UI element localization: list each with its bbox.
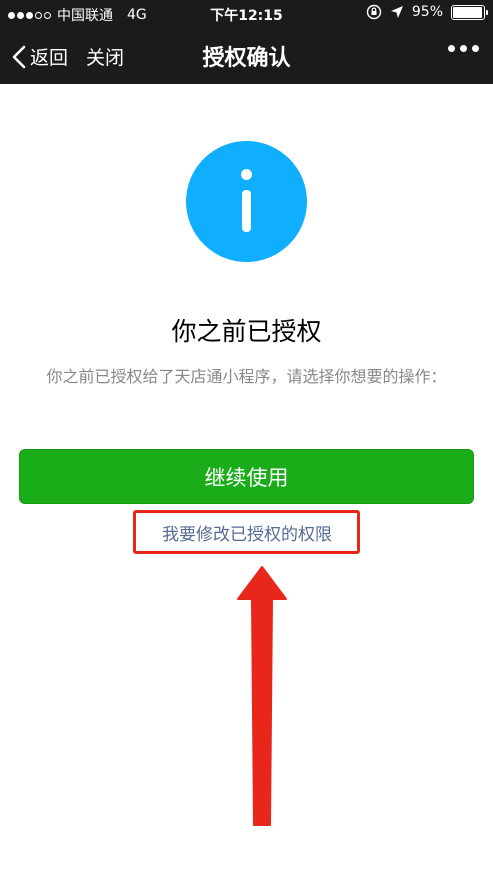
continue-button[interactable]: 继续使用 (19, 449, 474, 504)
back-label: 返回 (30, 47, 69, 69)
back-button[interactable]: 返回 (12, 43, 68, 70)
info-icon (186, 141, 307, 262)
chevron-left-icon (12, 45, 26, 68)
battery-percent: 95% (411, 4, 443, 20)
navigation-bar: 返回 关闭 授权确认 (0, 28, 493, 84)
status-bar: 中国联通 4G 下午12:15 95% (0, 0, 493, 28)
auth-title: 你之前已授权 (171, 317, 322, 346)
annotation-arrow-icon (237, 566, 287, 826)
rotation-lock-icon (366, 4, 382, 20)
auth-description: 你之前已授权给了天店通小程序，请选择你想要的操作： (46, 367, 447, 386)
battery-icon (451, 4, 488, 20)
close-button[interactable]: 关闭 (86, 43, 124, 70)
status-right: 95% (366, 4, 488, 20)
modify-permissions-link[interactable]: 我要修改已授权的权限 (136, 512, 358, 552)
location-arrow-icon (390, 6, 403, 18)
more-dots-icon[interactable] (448, 45, 479, 52)
page-title: 授权确认 (202, 46, 291, 71)
